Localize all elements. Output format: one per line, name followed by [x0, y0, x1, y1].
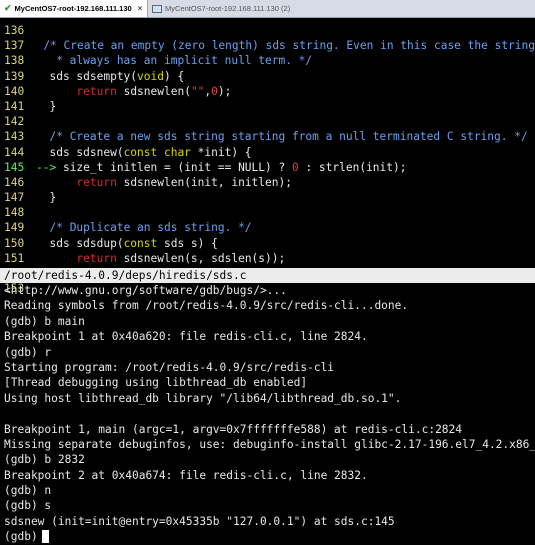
- console-line: (gdb) n: [4, 484, 52, 498]
- source-line: 144 sds sdsnew(const char *init) {: [0, 145, 535, 160]
- code-token: /* Duplicate an sds string. */: [49, 221, 252, 235]
- current-source-line: 145 --> size_t initlen = (init == NULL) ?…: [0, 160, 535, 175]
- source-line: 151 return sdsnewlen(s, sdslen(s));: [0, 251, 535, 266]
- code-token: sds sdsdup(: [36, 236, 124, 250]
- source-line: 137 /* Create an empty (zero length) sds…: [0, 38, 535, 53]
- code-token: sds s) {: [157, 236, 218, 250]
- source-line: 136: [0, 23, 535, 38]
- line-number: 150: [4, 236, 25, 250]
- code-token: /* Create a new sds string starting from…: [49, 130, 528, 144]
- source-line: 142: [0, 114, 535, 129]
- console-line: Starting program: /root/redis-4.0.9/src/…: [4, 360, 335, 374]
- source-line: 147 }: [0, 190, 535, 205]
- tab-label: MyCentOS7-root-192.168.111.130: [14, 4, 132, 13]
- code-token: const char: [123, 145, 191, 159]
- current-line-arrow: -->: [36, 160, 63, 174]
- line-number: 142: [4, 115, 25, 129]
- code-token: sdsnewlen(init, initlen);: [116, 175, 292, 189]
- line-number: 151: [4, 251, 25, 265]
- line-number: 145: [4, 160, 25, 174]
- console-line: Reading symbols from /root/redis-4.0.9/s…: [4, 299, 409, 313]
- source-line: 140 return sdsnewlen("", 0);: [0, 84, 535, 99]
- tab-bar: ✔ MyCentOS7-root-192.168.111.130 × MyCen…: [0, 0, 535, 18]
- code-token: sdsnewlen(s, sdslen(s));: [116, 251, 286, 265]
- line-number: 143: [4, 130, 25, 144]
- source-line: 138 * always has an implicit null term. …: [0, 53, 535, 68]
- text-cursor: [41, 530, 49, 544]
- console-line: Breakpoint 1, main (argc=1, argv=0x7ffff…: [4, 422, 463, 436]
- line-number: 138: [4, 54, 25, 68]
- console-line: Using host libthread_db library "/lib64/…: [4, 391, 402, 405]
- line-number: 146: [4, 175, 25, 189]
- tab-session-2[interactable]: MyCentOS7-root-192.168.111.130 (2): [148, 0, 326, 17]
- line-number: 149: [4, 221, 25, 235]
- tab-session-1[interactable]: ✔ MyCentOS7-root-192.168.111.130 ×: [0, 0, 148, 17]
- code-token: }: [36, 191, 57, 205]
- code-token: const: [123, 236, 158, 250]
- console-line: Breakpoint 2 at 0x40a674: file redis-cli…: [4, 468, 368, 482]
- code-token: sdsnewlen(: [116, 84, 191, 98]
- close-tab-icon[interactable]: ×: [138, 4, 143, 13]
- source-line: 149 /* Duplicate an sds string. */: [0, 220, 535, 235]
- code-token: return: [76, 84, 117, 98]
- tab-label: MyCentOS7-root-192.168.111.130 (2): [165, 4, 291, 13]
- line-number: 141: [4, 99, 25, 113]
- line-number: 136: [4, 24, 25, 37]
- source-code-pane: 136 137 /* Create an empty (zero length) …: [0, 18, 535, 295]
- console-line: Missing separate debuginfos, use: debugi…: [4, 437, 535, 451]
- code-token: 0: [291, 160, 299, 174]
- source-file-status-bar: /root/redis-4.0.9/deps/hiredis/sds.c: [0, 268, 535, 283]
- source-line: 143 /* Create a new sds string starting …: [0, 129, 535, 144]
- code-token: );: [217, 84, 232, 98]
- code-token: "": [190, 84, 205, 98]
- console-line: [Thread debugging using libthread_db ena…: [4, 376, 308, 390]
- computer-icon: [152, 4, 162, 13]
- connected-check-icon: ✔: [4, 3, 12, 13]
- console-line: (gdb) r: [4, 345, 52, 359]
- code-token: sds sdsempty(: [36, 69, 138, 83]
- console-line: Breakpoint 1 at 0x40a620: file redis-cli…: [4, 330, 368, 344]
- gdb-console[interactable]: <http://www.gnu.org/software/gdb/bugs/>.…: [0, 283, 535, 544]
- code-token: *init) {: [190, 145, 252, 159]
- code-token: ,: [204, 84, 212, 98]
- code-token: return: [76, 251, 117, 265]
- code-token: }: [36, 99, 57, 113]
- code-token: void: [137, 69, 164, 83]
- source-line: 148: [0, 205, 535, 220]
- line-number: 140: [4, 84, 25, 98]
- code-token: size_t initlen = (init == NULL) ?: [62, 160, 292, 174]
- console-line: <http://www.gnu.org/software/gdb/bugs/>.…: [4, 284, 287, 297]
- source-line: 139 sds sdsempty(void) {: [0, 69, 535, 84]
- code-token: sds sdsnew(: [36, 145, 124, 159]
- source-line: 146 return sdsnewlen(init, initlen);: [0, 175, 535, 190]
- gdb-prompt-line[interactable]: (gdb): [4, 529, 535, 544]
- line-number: 144: [4, 145, 25, 159]
- console-line: (gdb) b main: [4, 314, 85, 328]
- line-number: 137: [4, 39, 25, 53]
- console-line: (gdb) s: [4, 499, 52, 513]
- line-number: 139: [4, 69, 25, 83]
- source-line: 141 }: [0, 99, 535, 114]
- code-token: /* Create an empty (zero length) sds str…: [43, 39, 535, 53]
- code-token: 0: [211, 84, 218, 98]
- gdb-prompt: (gdb): [4, 530, 38, 544]
- code-token: * always has an implicit null term. */: [36, 54, 313, 68]
- code-token: return: [76, 175, 117, 189]
- code-token: : strlen(init);: [298, 160, 407, 174]
- source-line: 150 sds sdsdup(const sds s) {: [0, 236, 535, 251]
- console-line: sdsnew (init=init@entry=0x45335b "127.0.…: [4, 514, 395, 528]
- line-number: 147: [4, 191, 25, 205]
- console-line: (gdb) b 2832: [4, 453, 85, 467]
- code-token: ) {: [164, 69, 185, 83]
- line-number: 148: [4, 206, 25, 220]
